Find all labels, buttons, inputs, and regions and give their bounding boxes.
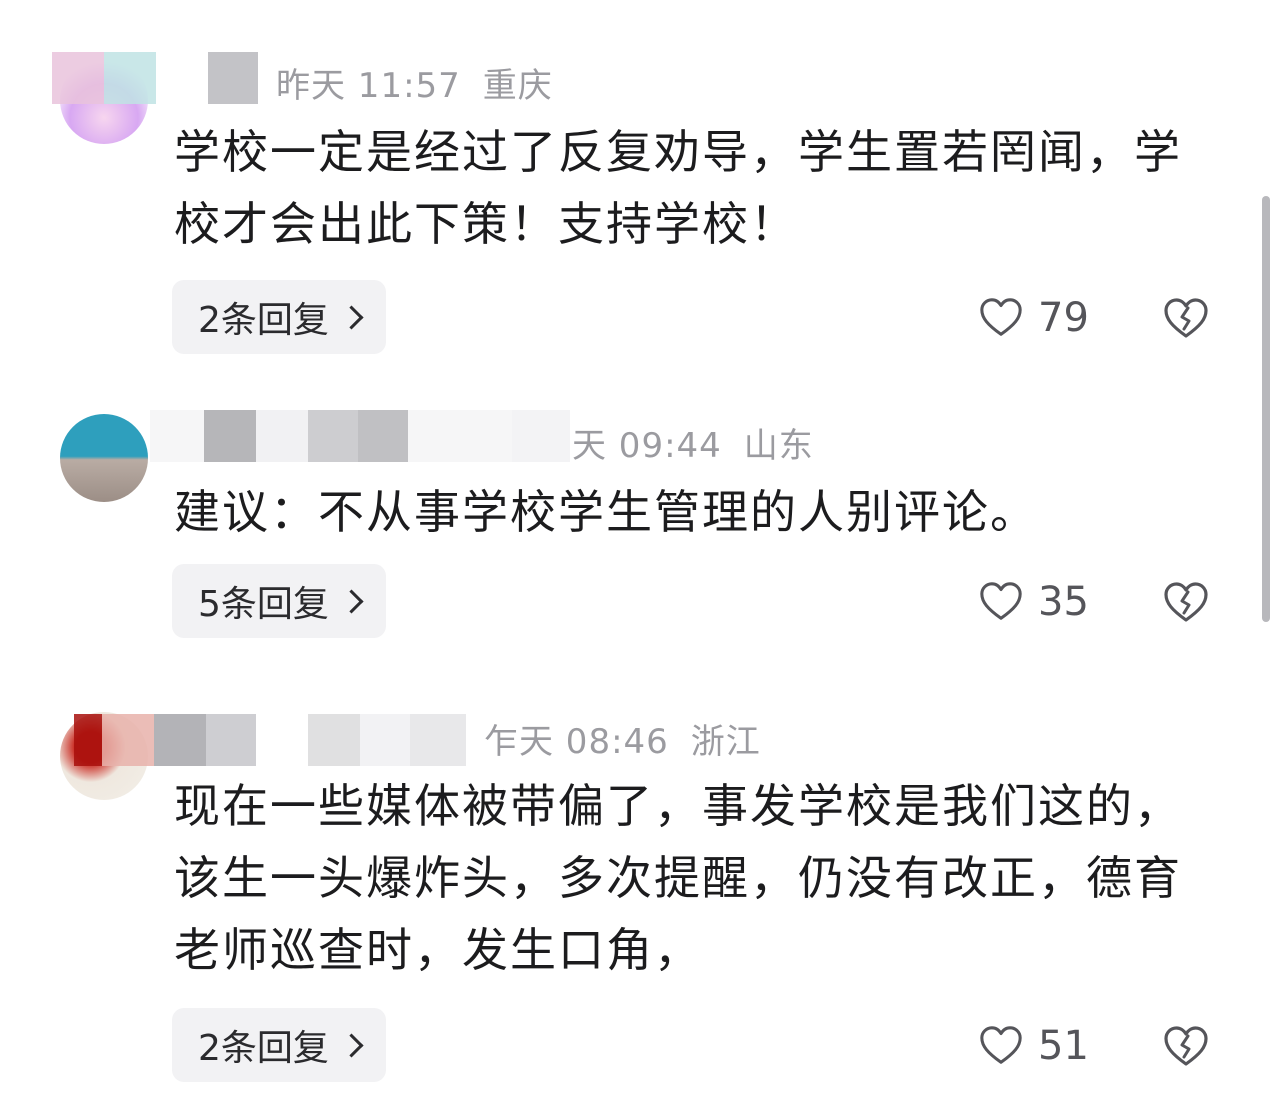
- heart-outline-icon: [980, 298, 1022, 336]
- broken-heart-icon[interactable]: [1162, 294, 1210, 342]
- comment-meta: 昨天 11:57 重庆: [276, 58, 553, 107]
- comment-location: 浙江: [690, 722, 761, 762]
- broken-heart-icon[interactable]: [1162, 1022, 1210, 1070]
- view-replies-button[interactable]: 5条回复: [172, 564, 386, 638]
- heart-outline-icon: [980, 1026, 1022, 1064]
- comment-time: 昨天 11:57: [276, 66, 461, 106]
- like-button[interactable]: 51: [978, 1016, 1089, 1076]
- username-blurred[interactable]: [52, 52, 258, 104]
- like-count: 35: [1038, 579, 1089, 625]
- comment-meta: 乍天 08:46 浙江: [484, 714, 761, 763]
- comment-time: 乍天 08:46: [484, 722, 669, 762]
- like-count: 79: [1038, 295, 1089, 341]
- avatar[interactable]: [60, 414, 148, 502]
- broken-heart-icon[interactable]: [1162, 578, 1210, 626]
- chevron-right-icon: [339, 304, 364, 330]
- comment-text: 学校一定是经过了反复劝导，学生置若罔闻，学校才会出此下策！支持学校！: [174, 125, 1182, 251]
- comment-text: 现在一些媒体被带偏了，事发学校是我们这的，该生一头爆炸头，多次提醒，仍没有改正，…: [174, 779, 1182, 977]
- reply-count-label: 2条回复: [198, 1028, 329, 1069]
- view-replies-button[interactable]: 2条回复: [172, 1008, 386, 1082]
- username-blurred[interactable]: [150, 410, 570, 462]
- comment-location: 重庆: [482, 66, 553, 106]
- comment-text: 建议：不从事学校学生管理的人别评论。: [174, 485, 1038, 539]
- username-blurred[interactable]: [74, 714, 466, 766]
- chevron-right-icon: [339, 588, 364, 614]
- heart-outline-icon: [980, 582, 1022, 620]
- like-count: 51: [1038, 1023, 1089, 1069]
- like-button[interactable]: 35: [978, 572, 1089, 632]
- scrollbar[interactable]: [1262, 196, 1270, 622]
- chevron-right-icon: [339, 1032, 364, 1058]
- comment-meta: 天 09:44 山东: [572, 418, 814, 467]
- comment-time: 天 09:44: [572, 426, 722, 466]
- comment-location: 山东: [743, 426, 814, 466]
- reply-count-label: 2条回复: [198, 300, 329, 341]
- view-replies-button[interactable]: 2条回复: [172, 280, 386, 354]
- reply-count-label: 5条回复: [198, 584, 329, 625]
- like-button[interactable]: 79: [978, 288, 1089, 348]
